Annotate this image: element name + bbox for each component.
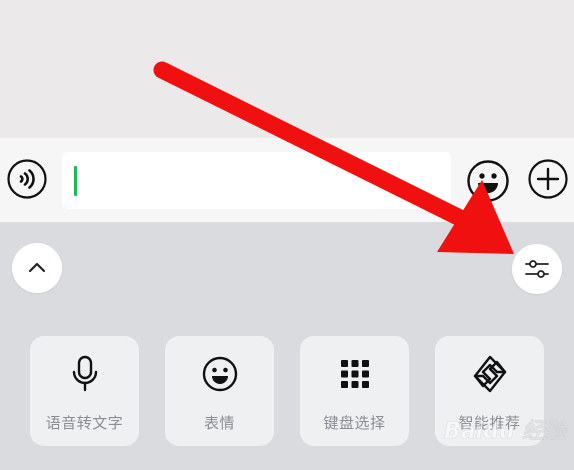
microphone-icon: [30, 352, 139, 396]
emoji-tile[interactable]: 表情: [165, 336, 274, 446]
plus-icon: [528, 159, 568, 199]
chat-message-area: [0, 0, 574, 138]
keyboard-select-tile[interactable]: 键盘选择: [300, 336, 409, 446]
voice-input-button[interactable]: [6, 158, 48, 200]
text-cursor: [74, 166, 77, 196]
smart-recommend-tile[interactable]: 智能推荐: [435, 336, 544, 446]
diamond-layers-icon: [435, 352, 544, 396]
voice-icon: [7, 159, 47, 199]
tile-label: 键盘选择: [323, 414, 386, 432]
smiley-icon: [467, 160, 509, 202]
more-functions-button[interactable]: [527, 158, 569, 200]
chevron-up-icon: [28, 262, 46, 273]
tile-label: 智能推荐: [458, 414, 521, 432]
sliders-icon: [525, 260, 549, 278]
tile-label: 表情: [203, 414, 235, 432]
collapse-panel-button[interactable]: [12, 243, 62, 293]
emoji-button[interactable]: [465, 158, 511, 204]
keypad-grid-icon: [300, 352, 409, 396]
message-text-input[interactable]: [62, 152, 451, 209]
panel-settings-button[interactable]: [512, 244, 562, 294]
speech-to-text-tile[interactable]: 语音转文字: [30, 336, 139, 446]
function-tiles: 语音转文字 表情 键盘选择 智能推荐: [30, 336, 544, 446]
tile-label: 语音转文字: [45, 414, 124, 432]
smiley-icon: [165, 352, 274, 396]
